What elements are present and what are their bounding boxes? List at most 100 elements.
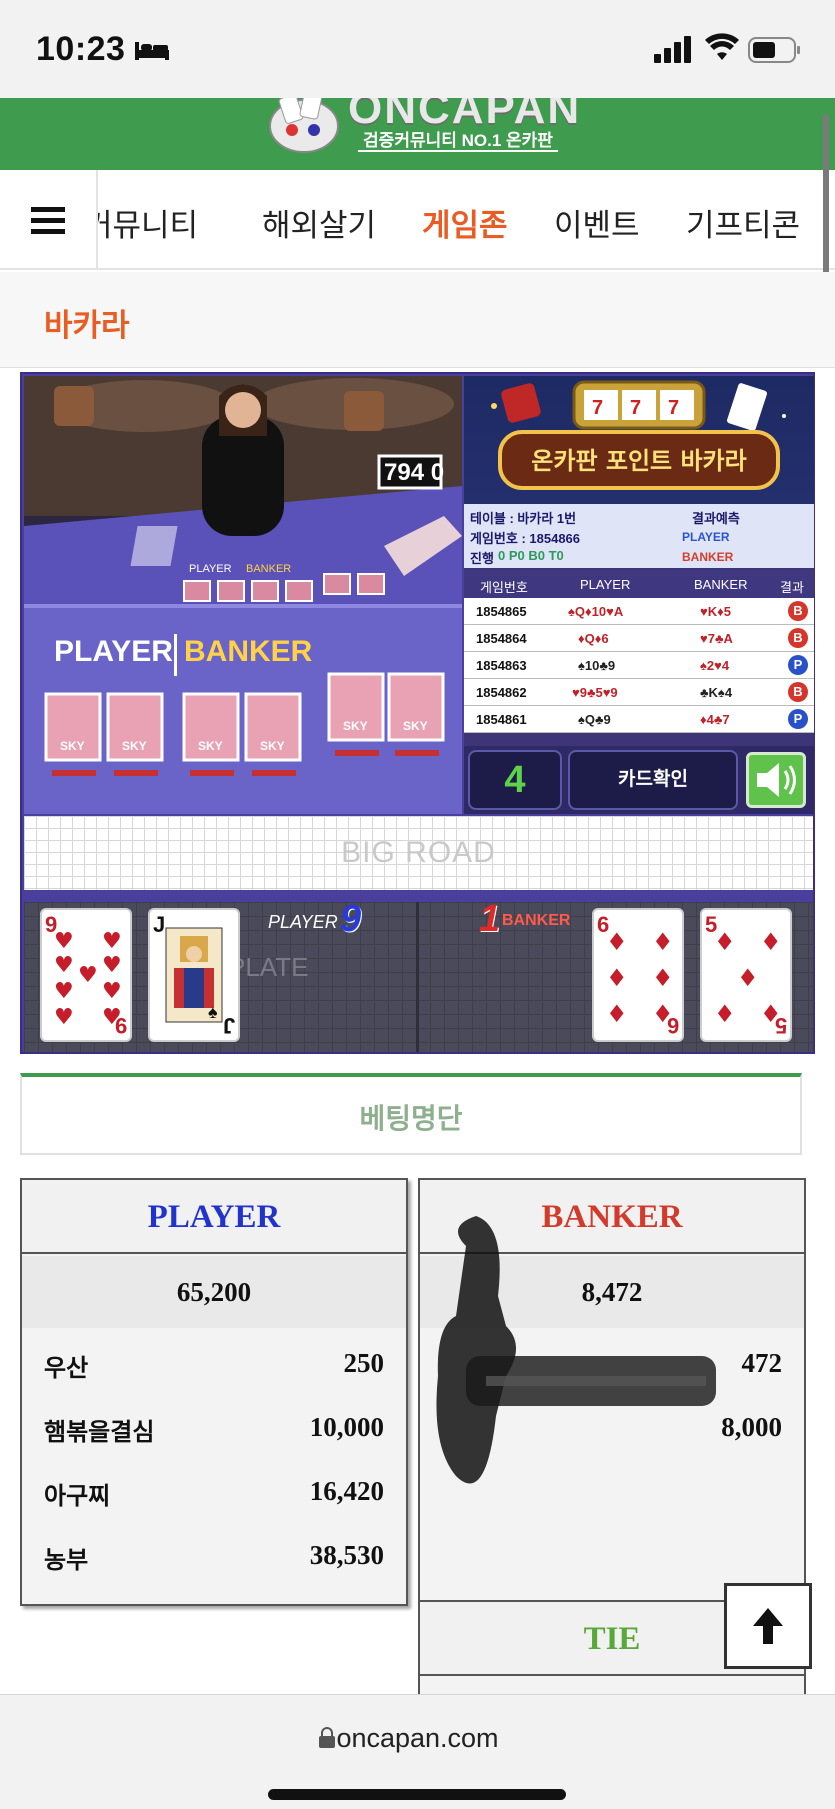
brand-tagline: 검증커뮤니티 NO.1 온카판 xyxy=(358,126,558,152)
history-col-banker: BANKER xyxy=(694,577,748,592)
svg-text:SKY: SKY xyxy=(198,739,223,753)
bet-amount: 250 xyxy=(343,1348,385,1378)
banker-card: 5 ♦ ♦ ♦ ♦ ♦ 5 xyxy=(700,908,792,1042)
nav-item-overseas[interactable]: 해외살기 xyxy=(262,200,376,245)
result-badge: P xyxy=(788,709,808,729)
history-player: ♥9♣5♥9 xyxy=(572,685,618,700)
table-info: 테이블 : 바카라 1번 게임번호 : 1854866 진행 0 P0 B0 T… xyxy=(464,504,814,568)
layout-banker-small: BANKER xyxy=(246,563,291,575)
scroll-to-top-button[interactable] xyxy=(724,1583,812,1669)
bet-row: 햄볶을결심 10,000 xyxy=(22,1394,406,1458)
game-banner: 7 7 7 온카판 포인트 바카라 xyxy=(464,376,814,506)
history-player: ♠10♣9 xyxy=(578,658,616,673)
player-score: 9 xyxy=(340,898,362,940)
betting-list-header: 베팅명단 xyxy=(20,1073,802,1155)
player-result-label: PLAYER xyxy=(268,912,338,932)
player-card: J ♠ J xyxy=(148,908,240,1042)
history-no: 1854862 xyxy=(476,685,527,700)
player-bets-title: PLAYER xyxy=(22,1180,406,1254)
video-scene: 794 0 PLAYER BANKER PLAYER BANKER SKY SKY… xyxy=(24,376,462,814)
svg-text:♦: ♦ xyxy=(737,964,759,992)
banner-title: 온카판 포인트 바카라 xyxy=(531,447,746,475)
bet-row: 아구찌 16,420 xyxy=(22,1458,406,1522)
bet-amount: 38,530 xyxy=(309,1540,384,1570)
nav-item-gamezone[interactable]: 게임존 xyxy=(422,200,508,245)
main-nav: 커뮤니티 해외살기 게임존 이벤트 기프티콘 xyxy=(0,170,835,270)
bettor-name: 아구찌 xyxy=(44,1483,111,1510)
wifi-icon xyxy=(705,33,739,60)
progress-label: 진행 xyxy=(470,551,494,566)
history-banker: ♣K♠4 xyxy=(700,685,733,700)
history-no: 1854861 xyxy=(476,712,527,727)
svg-text:♦: ♦ xyxy=(606,928,628,956)
betting-list-title: 베팅명단 xyxy=(359,1103,463,1134)
history-banker: ♥K♦5 xyxy=(700,604,731,619)
live-video[interactable]: 794 0 PLAYER BANKER PLAYER BANKER SKY SKY… xyxy=(24,376,462,814)
bet-row: 농부 38,530 xyxy=(22,1522,406,1586)
url-text[interactable]: oncapan.com xyxy=(0,1723,835,1754)
hamburger-icon xyxy=(31,207,65,234)
game-info-panel: 7 7 7 온카판 포인트 바카라 테이블 : 바카라 1번 게임번호 : 1854… xyxy=(464,376,814,814)
game-number-label: 게임번호 : 1854866 xyxy=(470,531,581,546)
nav-item-gifticon[interactable]: 기프티콘 xyxy=(686,200,800,245)
svg-text:♥: ♥ xyxy=(54,929,74,954)
history-no: 1854863 xyxy=(476,658,527,673)
bettor-name: 우산 xyxy=(44,1355,89,1382)
svg-text:♦: ♦ xyxy=(652,928,674,956)
svg-text:7: 7 xyxy=(668,397,679,419)
banker-score: 1 xyxy=(479,898,501,940)
prediction-label: 결과예측 xyxy=(692,511,740,526)
page-title-bar: 바카라 xyxy=(0,272,835,368)
history-row: 1854864 ♦Q♦6 ♥7♣A B xyxy=(464,625,814,652)
history-row: 1854865 ♠Q♦10♥A ♥K♦5 B xyxy=(464,598,814,625)
layout-player-label: PLAYER xyxy=(54,635,173,668)
speaker-icon xyxy=(757,763,796,797)
countdown-timer: 4 xyxy=(468,750,562,810)
table-label: 테이블 : 바카라 1번 xyxy=(470,511,577,526)
history-col-result: 결과 xyxy=(780,580,804,595)
history-col-player: PLAYER xyxy=(580,577,631,592)
history-header: 게임번호 PLAYER BANKER 결과 xyxy=(464,570,814,598)
svg-text:♦: ♦ xyxy=(606,964,628,992)
browser-url-bar[interactable]: oncapan.com xyxy=(0,1694,835,1809)
svg-text:♥: ♥ xyxy=(54,979,74,1004)
status-time: 10:23 xyxy=(36,30,126,68)
bet-amount: 472 xyxy=(741,1348,783,1378)
svg-text:♥: ♥ xyxy=(54,953,74,978)
nav-item-event[interactable]: 이벤트 xyxy=(554,200,640,245)
svg-text:♥: ♥ xyxy=(102,979,122,1004)
page-title: 바카라 xyxy=(44,308,130,343)
player-bets-total: 65,200 xyxy=(22,1256,406,1328)
svg-text:♦: ♦ xyxy=(606,1000,628,1028)
home-indicator[interactable] xyxy=(268,1789,566,1800)
card-check-button[interactable]: 카드확인 xyxy=(568,750,738,810)
result-badge: B xyxy=(788,628,808,648)
prediction-banker: BANKER xyxy=(682,550,734,564)
layout-player-small: PLAYER xyxy=(189,563,232,575)
svg-text:7: 7 xyxy=(592,397,603,419)
sleep-mode-icon xyxy=(135,42,169,60)
result-badge: B xyxy=(788,601,808,621)
player-bets-box: PLAYER 65,200 우산 250 햄볶을결심 10,000 아구찌 16… xyxy=(20,1178,408,1606)
nav-item-community[interactable]: 커뮤니티 xyxy=(98,200,198,245)
svg-text:♥: ♥ xyxy=(54,1005,74,1030)
svg-text:♦: ♦ xyxy=(714,928,736,956)
history-player: ♠Q♣9 xyxy=(578,712,611,727)
history-no: 1854864 xyxy=(476,631,527,646)
sound-button[interactable] xyxy=(746,752,806,808)
player-card: 9 ♥ ♥ ♥ ♥ ♥ ♥ ♥ ♥ ♥ 9 xyxy=(40,908,132,1042)
history-row: 1854863 ♠10♣9 ♠2♥4 P xyxy=(464,652,814,679)
history-player: ♦Q♦6 xyxy=(578,631,609,646)
banker-result-label: BANKER xyxy=(502,912,571,929)
big-road-grid: BIG ROAD xyxy=(24,816,813,890)
result-badge: B xyxy=(788,682,808,702)
result-cards-area: PLATE 9 ♥ ♥ ♥ ♥ ♥ ♥ ♥ ♥ ♥ 9 J ♠ J PLAYER 9 1 B xyxy=(24,898,813,1052)
logo-bar[interactable]: ONCAPAN 검증커뮤니티 NO.1 온카판 xyxy=(0,98,835,170)
svg-text:♥: ♥ xyxy=(102,953,122,978)
svg-text:♠: ♠ xyxy=(208,1002,218,1022)
hamburger-menu-button[interactable] xyxy=(0,170,98,270)
history-banker: ♦4♣7 xyxy=(700,712,730,727)
svg-text:♦: ♦ xyxy=(714,1000,736,1028)
svg-text:SKY: SKY xyxy=(122,739,147,753)
history-player: ♠Q♦10♥A xyxy=(568,604,624,619)
